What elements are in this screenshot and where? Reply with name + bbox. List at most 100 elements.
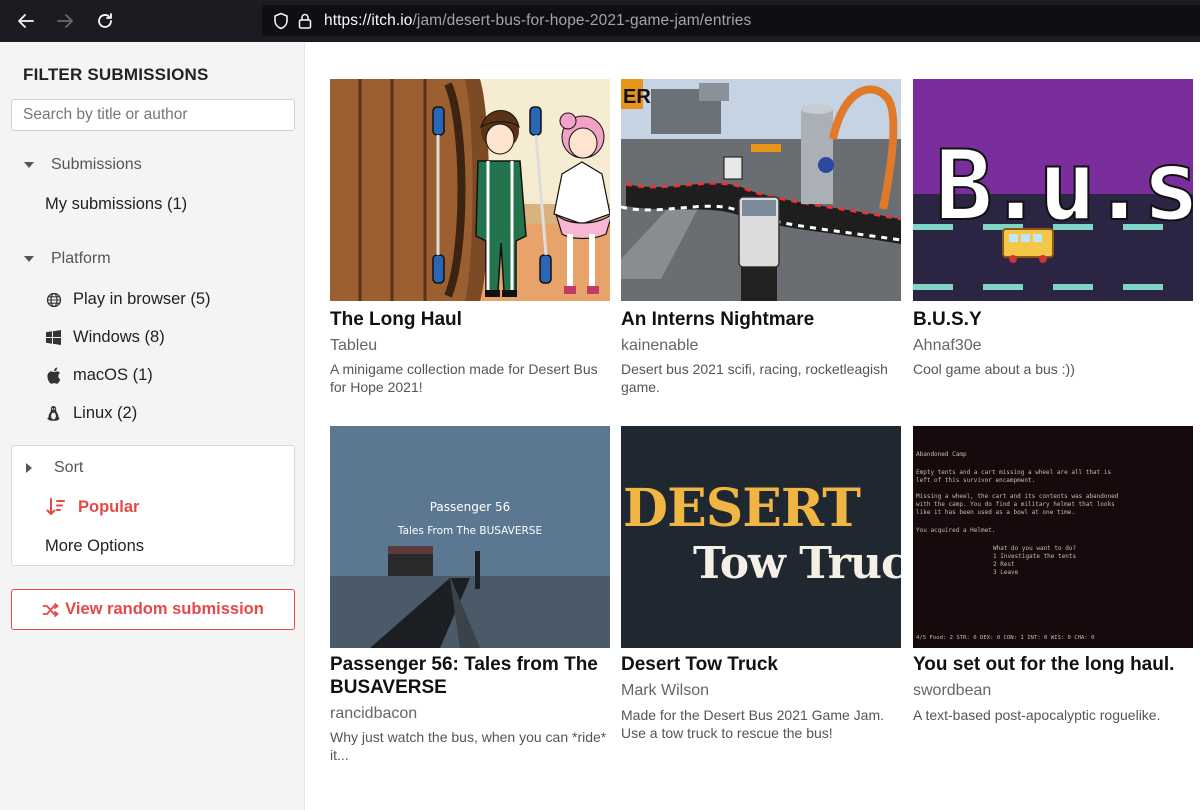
game-title-link[interactable]: Passenger 56: Tales from The BUSAVERSE — [330, 653, 620, 699]
terminal-prompt: What do you want to do? — [993, 545, 1076, 552]
game-author-link[interactable]: kainenable — [621, 337, 698, 355]
game-card: B.u.s.y B.U.S.Y Ahnaf30e Cool game about… — [913, 79, 1193, 409]
game-description: Why just watch the bus, when you can *ri… — [330, 729, 607, 763]
filter-title: FILTER SUBMISSIONS — [23, 65, 209, 84]
url-host: https://itch.io — [324, 11, 413, 29]
platform-heading: Platform — [51, 250, 111, 267]
desert-tow-truck-cover-art: DESERT Tow Truck — [621, 426, 901, 648]
game-description: A text-based post-apocalyptic roguelike. — [913, 707, 1161, 723]
caret-down-icon — [24, 256, 34, 262]
terminal-option: 3 Leave — [993, 569, 1019, 576]
filter-platform-label: macOS (1) — [73, 366, 153, 384]
interns-sign-text: ER — [623, 86, 651, 108]
reload-button[interactable] — [85, 0, 125, 42]
terminal-line: You acquired a Helmet. — [916, 527, 995, 534]
game-author-link[interactable]: rancidbacon — [330, 705, 417, 723]
interns-nightmare-cover-art: ER — [621, 79, 901, 301]
game-card: ER An Interns Nightmare kainenable Deser… — [621, 79, 901, 409]
busy-cover-art: B.u.s.y — [913, 79, 1193, 301]
game-description: Desert bus 2021 scifi, racing, rocketlea… — [621, 361, 888, 395]
game-thumbnail[interactable]: DESERT Tow Truck — [621, 426, 901, 648]
shuffle-icon — [42, 601, 60, 619]
busy-logo-text: B.u.s.y — [935, 130, 1193, 242]
view-random-submission-button[interactable]: View random submission — [11, 589, 295, 630]
filter-platform-label: Windows (8) — [73, 328, 165, 346]
game-thumbnail[interactable]: Abandoned Camp Empty tents and a cart mi… — [913, 426, 1193, 648]
long-haul-terminal-art: Abandoned Camp Empty tents and a cart mi… — [913, 426, 1193, 648]
sort-toggle[interactable]: Sort — [26, 459, 83, 477]
globe-icon — [45, 291, 62, 308]
game-author-link[interactable]: Tableu — [330, 337, 377, 355]
filter-platform-browser[interactable]: Play in browser (5) — [45, 290, 211, 309]
game-title-link[interactable]: The Long Haul — [330, 308, 620, 331]
tow-line2-text: Tow Truck — [693, 538, 901, 589]
sort-descending-icon — [46, 497, 66, 517]
more-options-link[interactable]: More Options — [45, 537, 144, 556]
forward-button[interactable] — [45, 0, 85, 42]
game-title-link[interactable]: An Interns Nightmare — [621, 308, 911, 331]
passenger-title-text: Passenger 56 — [430, 500, 511, 514]
shield-icon[interactable] — [270, 10, 292, 32]
url-path: /jam/desert-bus-for-hope-2021-game-jam/e… — [412, 11, 752, 29]
game-author-link[interactable]: swordbean — [913, 682, 991, 700]
terminal-line: left of this survivor encampment. — [916, 477, 1035, 484]
game-thumbnail[interactable]: B.u.s.y — [913, 79, 1193, 301]
view-random-submission-label: View random submission — [65, 600, 264, 618]
tow-line1-text: DESERT — [623, 478, 861, 539]
filter-platform-linux[interactable]: Linux (2) — [45, 404, 137, 423]
back-button[interactable] — [6, 0, 46, 42]
sort-selected-label: Popular — [78, 497, 140, 516]
terminal-line: Empty tents and a cart missing a wheel a… — [916, 469, 1111, 476]
terminal-line: like it has been used as a bowl at one t… — [916, 509, 1075, 516]
submissions-heading: Submissions — [51, 156, 142, 173]
long-haul-cover-art — [330, 79, 610, 301]
filter-my-submissions-label: My submissions (1) — [45, 195, 188, 213]
reload-icon — [98, 13, 112, 28]
windows-icon — [45, 329, 62, 346]
terminal-status: 4/5 Food: 2 STR: 0 DEX: 0 CON: 1 INT: 0 … — [916, 635, 1095, 641]
lock-icon[interactable] — [294, 10, 316, 32]
sort-heading: Sort — [54, 459, 84, 476]
filter-platform-macos[interactable]: macOS (1) — [45, 366, 153, 385]
filter-my-submissions[interactable]: My submissions (1) — [45, 195, 187, 214]
filter-platform-windows[interactable]: Windows (8) — [45, 328, 165, 347]
back-arrow-icon — [18, 14, 34, 28]
terminal-line: with the camp. You do find a military he… — [916, 501, 1115, 508]
apple-icon — [45, 367, 62, 384]
game-title-link[interactable]: B.U.S.Y — [913, 308, 1200, 331]
terminal-option: 1 Investigate the tents — [993, 553, 1076, 560]
terminal-line: Missing a wheel, the cart and its conten… — [916, 493, 1119, 500]
game-card: DESERT Tow Truck Desert Tow Truck Mark W… — [621, 426, 901, 756]
forward-arrow-icon — [57, 14, 73, 28]
game-title-link[interactable]: You set out for the long haul. — [913, 653, 1200, 676]
url-text[interactable]: https://itch.io/jam/desert-bus-for-hope-… — [324, 12, 751, 30]
address-bar[interactable]: https://itch.io/jam/desert-bus-for-hope-… — [262, 5, 1200, 36]
filter-platform-label: Linux (2) — [73, 404, 138, 422]
caret-right-icon — [26, 463, 32, 473]
game-card: Abandoned Camp Empty tents and a cart mi… — [913, 426, 1193, 756]
game-author-link[interactable]: Ahnaf30e — [913, 337, 982, 355]
terminal-option: 2 Rest — [993, 561, 1015, 568]
passenger-56-cover-art: Passenger 56 Tales From The BUSAVERSE — [330, 426, 610, 648]
game-author-link[interactable]: Mark Wilson — [621, 682, 709, 700]
sort-option-popular[interactable]: Popular — [46, 497, 139, 517]
filter-platform-label: Play in browser (5) — [73, 290, 211, 308]
search-input[interactable] — [11, 99, 295, 131]
linux-icon — [45, 405, 62, 422]
caret-down-icon — [24, 162, 34, 168]
game-thumbnail[interactable] — [330, 79, 610, 301]
game-title-link[interactable]: Desert Tow Truck — [621, 653, 911, 676]
sort-panel: Sort Popular More Options — [11, 445, 295, 566]
browser-toolbar: https://itch.io/jam/desert-bus-for-hope-… — [0, 0, 1200, 42]
game-card: The Long Haul Tableu A minigame collecti… — [330, 79, 610, 409]
game-thumbnail[interactable]: Passenger 56 Tales From The BUSAVERSE — [330, 426, 610, 648]
game-description: Made for the Desert Bus 2021 Game Jam. U… — [621, 707, 885, 741]
game-description: A minigame collection made for Desert Bu… — [330, 361, 598, 395]
filter-sidebar: FILTER SUBMISSIONS Submissions My submis… — [0, 42, 305, 810]
game-description: Cool game about a bus :)) — [913, 361, 1075, 377]
passenger-subtitle-text: Tales From The BUSAVERSE — [397, 525, 542, 537]
platform-section-toggle[interactable]: Platform — [24, 250, 111, 268]
game-card: Passenger 56 Tales From The BUSAVERSE Pa… — [330, 426, 610, 786]
game-thumbnail[interactable]: ER — [621, 79, 901, 301]
submissions-section-toggle[interactable]: Submissions — [24, 156, 142, 174]
